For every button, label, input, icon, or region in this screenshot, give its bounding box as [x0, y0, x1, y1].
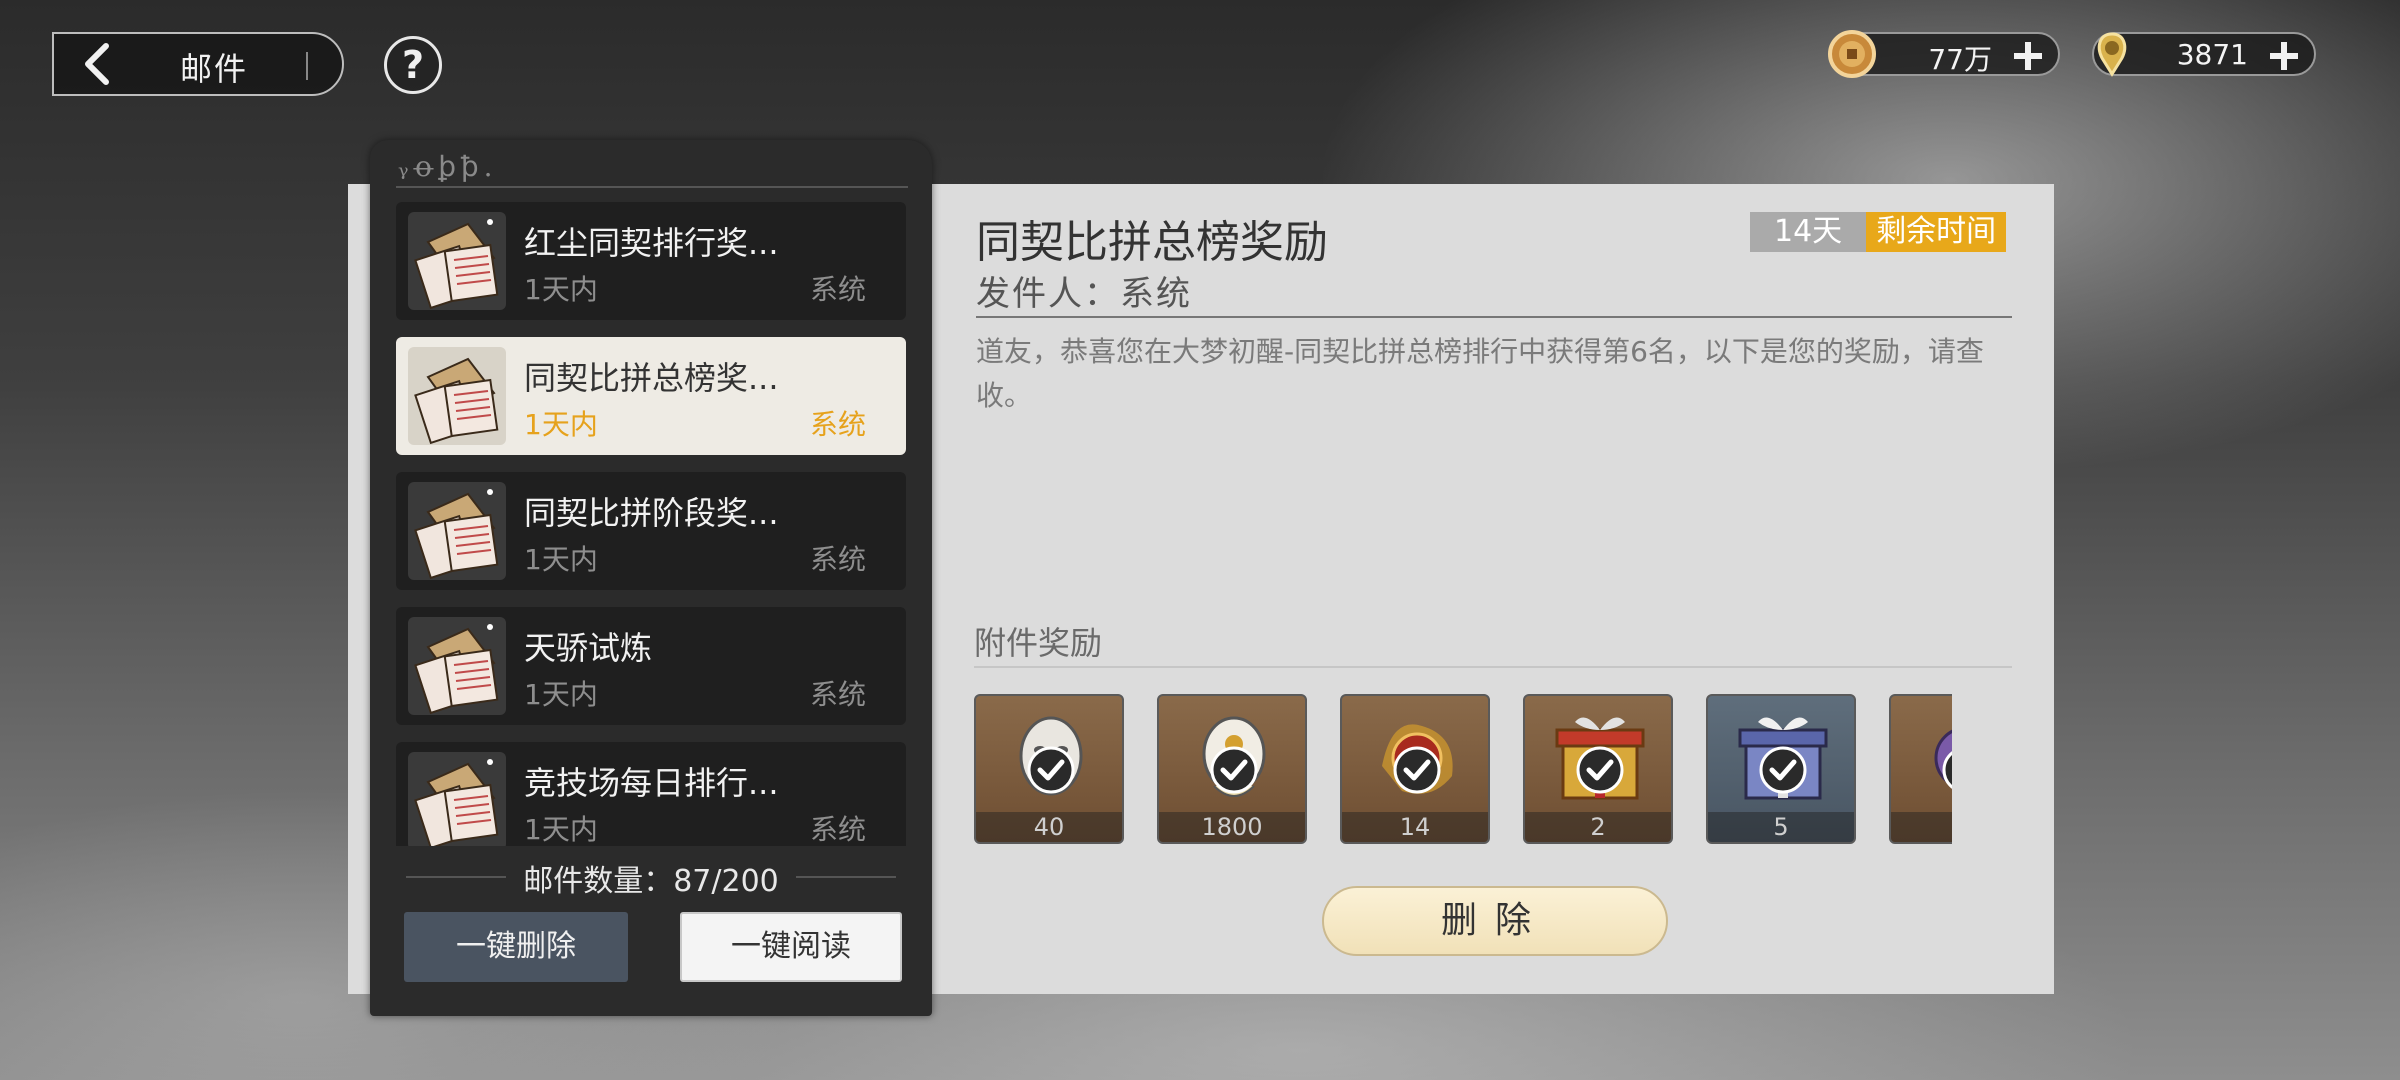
mail-item-title: 竞技场每日排行...	[524, 764, 779, 802]
page-title: 邮件	[180, 50, 249, 88]
attachment-count	[1891, 812, 1952, 842]
mail-item-sender: 系统	[809, 678, 866, 711]
mail-item-sender: 系统	[809, 813, 866, 846]
back-button[interactable]: 邮件	[52, 32, 344, 96]
expire-badge: 14天 剩余时间	[1750, 212, 2007, 252]
mail-count-row: 邮件数量：87/200	[370, 856, 932, 899]
divider	[976, 316, 2012, 318]
copper-coin-icon	[1828, 30, 1876, 78]
mail-item-time: 1天内	[524, 678, 598, 711]
mail-item[interactable]: 竞技场每日排行... 1天内 系统	[396, 742, 906, 846]
mail-item[interactable]: 同契比拼阶段奖... 1天内 系统	[396, 472, 906, 590]
claimed-check-icon	[1576, 746, 1624, 794]
mail-letter-icon	[408, 347, 506, 445]
mail-item-sender: 系统	[809, 273, 866, 306]
title-divider	[306, 52, 308, 80]
attachment-item[interactable]: 2	[1523, 694, 1673, 844]
mail-letter-icon	[408, 482, 506, 580]
attachment-strip[interactable]: 40 1800 14 2 5	[974, 694, 1952, 848]
attachment-item[interactable]: 5	[1706, 694, 1856, 844]
mail-detail-title: 同契比拼总榜奖励	[976, 217, 1328, 268]
mail-letter-icon	[408, 212, 506, 310]
mail-list[interactable]: 红尘同契排行奖... 1天内 系统 同契比拼总榜奖... 1天内 系统 同契比拼…	[396, 202, 906, 846]
attachment-item[interactable]: 1800	[1157, 694, 1307, 844]
attachment-count: 40	[976, 812, 1122, 842]
claimed-check-icon	[1393, 746, 1441, 794]
claimed-check-icon	[1942, 751, 1952, 789]
mail-item-sender: 系统	[809, 543, 866, 576]
expire-days: 14天	[1750, 212, 1867, 252]
divider	[796, 876, 896, 878]
attachment-count: 14	[1342, 812, 1488, 842]
gold-ingot-value: 3871	[2176, 38, 2248, 71]
claimed-check-icon	[1027, 746, 1075, 794]
read-all-button[interactable]: 一键阅读	[680, 912, 902, 982]
mail-item-sender: 系统	[809, 408, 866, 441]
delete-all-button[interactable]: 一键删除	[404, 912, 628, 982]
delete-button[interactable]: 删除	[1322, 886, 1668, 956]
divider	[396, 186, 908, 188]
copper-coin-value: 77万	[1928, 43, 1992, 76]
divider	[974, 666, 2012, 668]
mail-item[interactable]: 红尘同契排行奖... 1天内 系统	[396, 202, 906, 320]
mail-list-panel: ᵧ ꝋ ꝧ ꝥ . 红尘同契排行奖... 1天内 系统 同契比拼总榜奖... 1…	[370, 140, 932, 1016]
mail-item[interactable]: 同契比拼总榜奖... 1天内 系统	[396, 337, 906, 455]
mail-body: 道友，恭喜您在大梦初醒-同契比拼总榜排行中获得第6名，以下是您的奖励，请查收。	[976, 335, 1984, 412]
mail-item-title: 天骄试炼	[524, 629, 653, 667]
mail-sender-line: 发件人：系统	[976, 274, 1192, 314]
mail-item-time: 1天内	[524, 543, 598, 576]
claimed-check-icon	[1210, 746, 1258, 794]
mail-letter-icon	[408, 617, 506, 715]
mail-item-title: 同契比拼总榜奖...	[524, 359, 779, 397]
attachment-count: 5	[1708, 812, 1854, 842]
mail-item-title: 同契比拼阶段奖...	[524, 494, 779, 532]
mail-item-time: 1天内	[524, 273, 598, 306]
claimed-check-icon	[1759, 746, 1807, 794]
expire-label: 剩余时间	[1866, 212, 2007, 252]
gold-ingot-counter: 3871	[2092, 32, 2316, 77]
gold-ingot-icon	[2097, 32, 2127, 77]
mail-count: 邮件数量：87/200	[523, 864, 779, 899]
attachment-item[interactable]: 40	[974, 694, 1124, 844]
add-copper-coin-button[interactable]	[2010, 38, 2046, 74]
decorative-script: ᵧ ꝋ ꝧ ꝥ .	[398, 150, 492, 183]
mail-item-time: 1天内	[524, 813, 598, 846]
copper-coin-counter: 77万	[1828, 30, 2060, 78]
mail-item[interactable]: 天骄试炼 1天内 系统	[396, 607, 906, 725]
help-button[interactable]: ?	[384, 36, 442, 94]
attachment-item[interactable]	[1889, 694, 1952, 844]
back-arrow-icon	[85, 43, 109, 85]
mail-letter-icon	[408, 752, 506, 846]
attachment-count: 2	[1525, 812, 1671, 842]
attachment-count: 1800	[1159, 812, 1305, 842]
add-gold-ingot-button[interactable]	[2266, 38, 2302, 74]
attachments-title: 附件奖励	[974, 624, 1103, 662]
mail-item-title: 红尘同契排行奖...	[524, 224, 779, 262]
attachment-item[interactable]: 14	[1340, 694, 1490, 844]
mail-item-time: 1天内	[524, 408, 598, 441]
